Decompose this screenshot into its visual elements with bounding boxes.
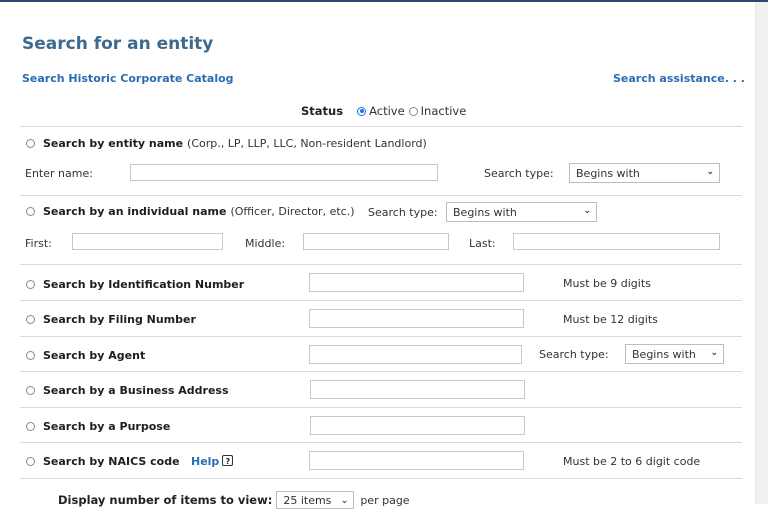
naics-hint: Must be 2 to 6 digit code [563,455,701,468]
entity-search-type-select[interactable]: Begins with ⌄ [569,163,720,183]
divider [20,407,742,408]
page-title: Search for an entity [22,34,214,54]
last-name-input[interactable] [513,233,720,250]
help-icon[interactable]: ? [222,455,234,466]
divider [20,371,742,372]
individual-search-type-select[interactable]: Begins with ⌄ [446,202,597,222]
filing-number-option[interactable]: Search by Filing Number [26,313,196,326]
enter-name-label: Enter name: [25,167,93,180]
individual-search-type-value: Begins with [453,205,517,219]
individual-name-title: Search by an individual name [43,205,227,218]
individual-search-type-label: Search type: [368,206,438,219]
display-items-label: Display number of items to view: [58,493,273,507]
entity-search-type-value: Begins with [576,166,640,180]
status-label: Status [301,104,344,118]
purpose-input[interactable] [310,416,525,435]
naics-radio[interactable] [26,457,35,466]
display-items-row: Display number of items to view: 25 item… [58,491,410,509]
naics-help[interactable]: Help? [191,455,234,468]
chevron-down-icon: ⌄ [706,167,714,177]
status-active-option[interactable]: Active [357,104,405,118]
middle-name-label: Middle: [245,237,286,250]
historic-catalog-link[interactable]: Search Historic Corporate Catalog [22,72,234,85]
agent-option[interactable]: Search by Agent [26,349,145,362]
naics-input[interactable] [309,451,524,470]
filing-number-hint: Must be 12 digits [563,313,658,326]
top-border [0,0,768,2]
entity-name-radio[interactable] [26,139,35,148]
display-items-select[interactable]: 25 items ⌄ [276,491,355,509]
status-active-label: Active [369,104,405,118]
business-address-input[interactable] [310,380,525,399]
scrollbar[interactable] [755,2,768,504]
status-inactive-radio[interactable] [408,106,418,116]
id-number-option[interactable]: Search by Identification Number [26,278,244,291]
agent-search-type-value: Begins with [632,347,696,361]
purpose-option[interactable]: Search by a Purpose [26,420,170,433]
business-address-radio[interactable] [26,386,35,395]
entity-name-option[interactable]: Search by entity name (Corp., LP, LLP, L… [26,137,427,150]
purpose-title: Search by a Purpose [43,420,171,433]
id-number-input[interactable] [309,273,524,292]
naics-option[interactable]: Search by NAICS code [26,455,180,468]
entity-name-subtitle: (Corp., LP, LLP, LLC, Non-resident Landl… [187,137,427,150]
divider [20,300,742,301]
chevron-down-icon: ⌄ [710,348,718,358]
middle-name-input[interactable] [303,233,449,250]
individual-name-option[interactable]: Search by an individual name (Officer, D… [26,205,354,218]
id-number-title: Search by Identification Number [43,278,245,291]
search-assistance-link[interactable]: Search assistance. . . [613,72,745,85]
naics-title: Search by NAICS code [43,455,180,468]
business-address-title: Search by a Business Address [43,384,229,397]
status-group: Status Active Inactive [301,104,470,118]
divider [20,264,742,265]
agent-input[interactable] [309,345,522,364]
agent-search-type-label: Search type: [539,348,609,361]
agent-radio[interactable] [26,351,35,360]
agent-title: Search by Agent [43,349,146,362]
display-items-value: 25 items [283,494,332,507]
status-inactive-label: Inactive [420,104,467,118]
naics-help-link[interactable]: Help [191,455,219,468]
entity-search-type-label: Search type: [484,167,554,180]
business-address-option[interactable]: Search by a Business Address [26,384,229,397]
divider [20,195,742,196]
divider [20,478,742,479]
entity-name-title: Search by entity name [43,137,184,150]
filing-number-input[interactable] [309,309,524,328]
display-items-suffix: per page [360,493,410,507]
id-number-hint: Must be 9 digits [563,277,651,290]
last-name-label: Last: [469,237,496,250]
id-number-radio[interactable] [26,280,35,289]
purpose-radio[interactable] [26,422,35,431]
first-name-input[interactable] [72,233,223,250]
agent-search-type-select[interactable]: Begins with ⌄ [625,344,724,364]
individual-name-radio[interactable] [26,207,35,216]
status-active-radio[interactable] [357,106,367,116]
chevron-down-icon: ⌄ [583,206,591,216]
individual-name-subtitle: (Officer, Director, etc.) [230,205,355,218]
entity-name-input[interactable] [130,164,438,181]
filing-number-title: Search by Filing Number [43,313,196,326]
chevron-down-icon: ⌄ [340,496,349,506]
divider [20,442,742,443]
divider [20,336,742,337]
filing-number-radio[interactable] [26,315,35,324]
divider [20,126,742,127]
first-name-label: First: [25,237,52,250]
status-inactive-option[interactable]: Inactive [408,104,467,118]
